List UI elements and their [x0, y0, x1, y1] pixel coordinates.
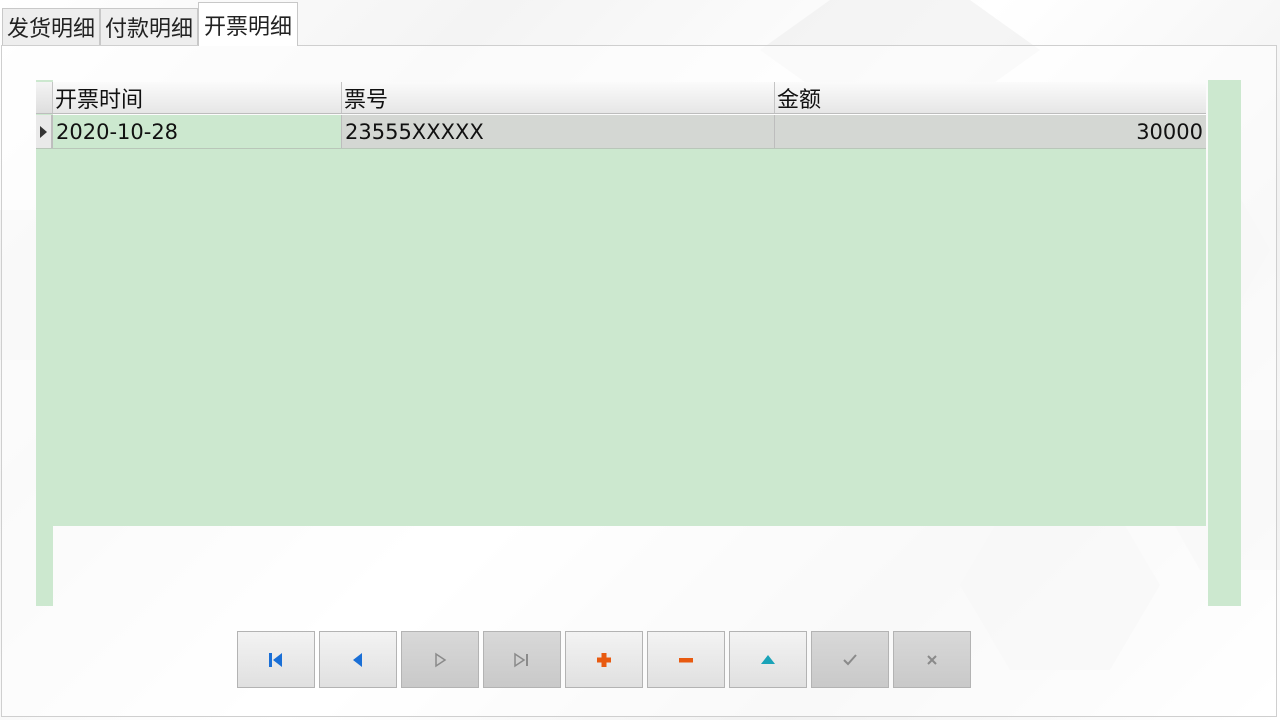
last-icon: [514, 652, 528, 667]
prior-record-button[interactable]: [319, 631, 397, 688]
header-indicator-cell: [36, 82, 52, 113]
column-header-label: 金额: [777, 87, 822, 113]
cell-invoice-date[interactable]: 2020-10-28: [52, 115, 341, 148]
cell-amount[interactable]: 30000: [774, 115, 1206, 148]
app-window: 发货明细 付款明细 开票明细 开票时间 票号 金额 2020-10-28 235…: [0, 0, 1280, 720]
column-header-label: 开票时间: [55, 87, 144, 113]
current-row-arrow-icon: [40, 125, 47, 138]
grid-empty-area[interactable]: [36, 148, 1206, 526]
delete-record-button[interactable]: [647, 631, 725, 688]
next-record-button[interactable]: [401, 631, 479, 688]
last-record-button[interactable]: [483, 631, 561, 688]
column-header-invoice-date[interactable]: 开票时间: [52, 82, 341, 113]
prior-icon: [353, 652, 362, 667]
minus-icon: [679, 657, 693, 662]
tab-label: 付款明细: [104, 17, 193, 42]
cell-invoice-number[interactable]: 23555XXXXX: [341, 115, 774, 148]
tab-label: 发货明细: [6, 17, 95, 42]
edit-record-button[interactable]: [729, 631, 807, 688]
tab-payment-details[interactable]: 付款明细: [100, 8, 198, 45]
tab-invoice-details[interactable]: 开票明细: [198, 2, 298, 46]
column-header-label: 票号: [344, 87, 389, 113]
tab-shipment-details[interactable]: 发货明细: [2, 8, 100, 45]
insert-record-button[interactable]: [565, 631, 643, 688]
up-triangle-icon: [761, 654, 775, 664]
first-record-button[interactable]: [237, 631, 315, 688]
check-icon: [843, 653, 857, 665]
grid-header: 开票时间 票号 金额: [36, 82, 1206, 114]
plus-icon: [597, 652, 611, 667]
column-header-amount[interactable]: 金额: [774, 82, 1206, 113]
tab-bar: 发货明细 付款明细 开票明细: [0, 0, 1280, 46]
column-header-invoice-number[interactable]: 票号: [341, 82, 774, 113]
post-record-button[interactable]: [811, 631, 889, 688]
row-indicator: [36, 115, 52, 148]
table-row[interactable]: 2020-10-28 23555XXXXX 30000: [36, 115, 1206, 149]
first-icon: [269, 652, 282, 667]
x-icon: [927, 654, 937, 665]
cancel-record-button[interactable]: [893, 631, 971, 688]
next-icon: [435, 652, 447, 667]
grid-scroll-area[interactable]: [1208, 80, 1241, 606]
tab-label: 开票明细: [203, 14, 292, 40]
